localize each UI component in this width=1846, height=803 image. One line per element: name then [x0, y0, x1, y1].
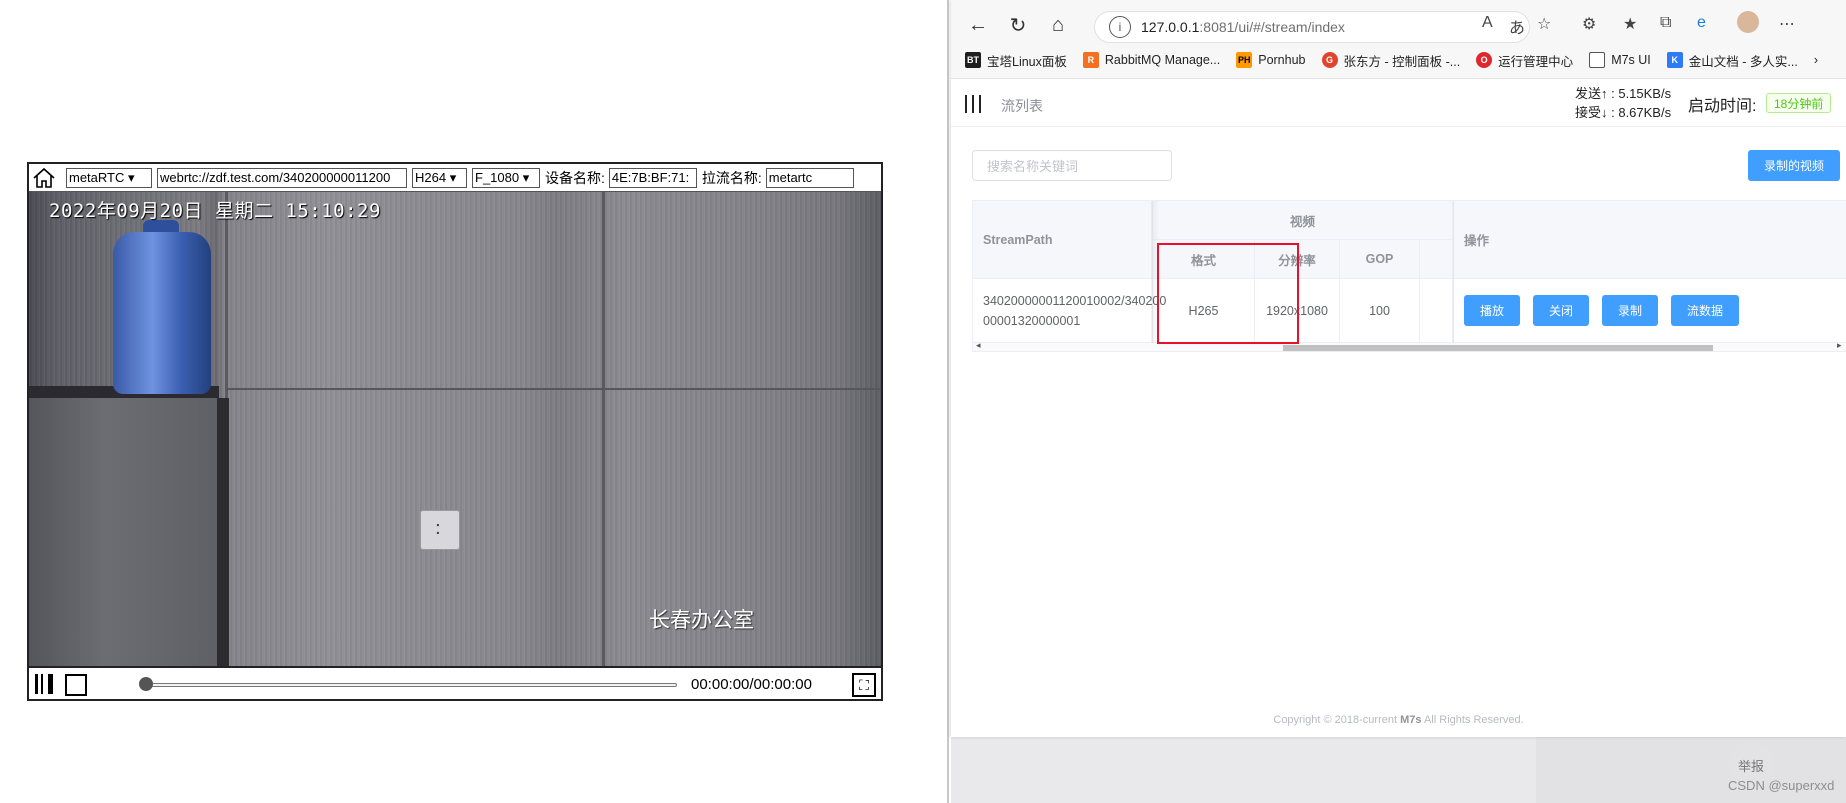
scroll-right-icon[interactable]: ▸ [1837, 340, 1842, 351]
bookmarks-bar: BT 宝塔Linux面板 R RabbitMQ Manage... PH Pornhu… [951, 48, 1846, 72]
stream-table: StreamPath 视频 格式 分辨率 GOP 操作 340200000011… [972, 200, 1846, 352]
address-bar[interactable]: i 127.0.0.1:8081/ui/#/stream/index [1094, 11, 1530, 43]
send-rate: 发送↑ : 5.15KB/s [1575, 86, 1672, 101]
power-outlet-icon: ⠅ [420, 510, 460, 550]
browser-window: ← ↻ ⌂ i 127.0.0.1:8081/ui/#/stream/index… [951, 0, 1846, 737]
osd-timestamp: 2022年09月20日 星期二 15:10:29 [49, 200, 381, 222]
edge-icon[interactable]: e [1697, 14, 1706, 32]
video-frame[interactable]: ⠅ 2022年09月20日 星期二 15:10:29 长春办公室 [29, 192, 881, 666]
scrollbar-thumb[interactable] [1283, 345, 1713, 351]
breadcrumb[interactable]: 流列表 [1001, 96, 1043, 116]
back-icon[interactable]: ← [965, 12, 991, 38]
gitee-icon: G [1321, 52, 1338, 68]
footer-copyright: Copyright © 2018-current M7s All Rights … [1273, 714, 1524, 726]
translate-icon[interactable]: あ [1509, 14, 1525, 38]
col-actions: 操作 [1453, 201, 1846, 279]
read-aloud-icon[interactable]: A [1482, 14, 1493, 32]
search-input[interactable]: 搜索名称关键词 [972, 150, 1172, 181]
bookmark-item[interactable]: O 运行管理中心 [1476, 51, 1573, 70]
site-info-icon[interactable]: i [1109, 16, 1131, 38]
col-gop: GOP [1340, 240, 1420, 279]
record-button[interactable]: 录制 [1602, 295, 1658, 326]
table-cell-streampath: 34020000001120010002/340200 0000132000000… [973, 279, 1166, 343]
protocol-select[interactable]: metaRTC ▾ [66, 167, 152, 188]
home-icon[interactable] [32, 166, 56, 190]
browser-toolbar: ← ↻ ⌂ i 127.0.0.1:8081/ui/#/stream/index… [951, 0, 1846, 79]
url-path: :8081/ui/#/stream/index [1199, 19, 1345, 35]
table-cell-gop: 100 [1340, 279, 1420, 343]
stream-data-button[interactable]: 流数据 [1671, 295, 1739, 326]
player-controls: 00:00:00/00:00:00 ⛶ [29, 666, 881, 699]
osd-location: 长春办公室 [649, 609, 754, 632]
table-cell-actions: 播放 关闭 录制 流数据 [1453, 279, 1846, 343]
ph-icon: PH [1236, 52, 1253, 68]
horizontal-scrollbar[interactable]: ◂ ▸ [973, 340, 1846, 351]
time-display: 00:00:00/00:00:00 [691, 676, 812, 693]
favorite-add-icon[interactable]: ☆ [1537, 14, 1551, 34]
play-button[interactable]: 播放 [1464, 295, 1520, 326]
home-icon[interactable]: ⌂ [1045, 12, 1071, 38]
resolution-select[interactable]: F_1080 ▾ [472, 167, 540, 188]
bookmark-item[interactable]: R RabbitMQ Manage... [1082, 52, 1220, 68]
codec-select[interactable]: H264 ▾ [412, 167, 467, 188]
video-player: metaRTC ▾ webrtc://zdf.test.com/34020000… [27, 162, 883, 701]
stop-button[interactable] [65, 674, 87, 696]
rabbitmq-icon: R [1082, 52, 1099, 68]
bookmark-item[interactable]: M7s UI [1589, 52, 1651, 68]
cabinet [29, 398, 219, 666]
seek-handle[interactable] [139, 677, 153, 691]
favorites-icon[interactable]: ★ [1623, 14, 1637, 34]
collections-icon[interactable]: ⧉ [1660, 14, 1671, 32]
col-streampath: StreamPath [973, 201, 1153, 279]
pause-button[interactable] [35, 674, 53, 694]
bt-icon: BT [965, 52, 981, 68]
avatar[interactable] [1737, 11, 1759, 33]
recorded-videos-button[interactable]: 录制的视频 [1748, 150, 1840, 181]
kdocs-icon: K [1666, 52, 1683, 68]
bookmark-item[interactable]: PH Pornhub [1236, 52, 1306, 68]
scroll-left-icon[interactable]: ◂ [976, 340, 981, 351]
device-name-label: 设备名称: [545, 169, 605, 186]
app-header: 流列表 发送↑ : 5.15KB/s 接受↓ : 8.67KB/s 启动时间: … [951, 79, 1846, 127]
stream-url-input[interactable]: webrtc://zdf.test.com/340200000011200 [157, 167, 407, 188]
extensions-icon[interactable]: ⚙ [1582, 14, 1596, 34]
window-divider [947, 0, 949, 803]
page-icon [1589, 52, 1606, 68]
more-icon[interactable]: ⋯ [1779, 14, 1795, 34]
uptime-label: 启动时间: [1688, 98, 1757, 115]
bookmark-item[interactable]: G 张东方 - 控制面板 -... [1321, 51, 1460, 70]
uptime-badge: 18分钟前 [1766, 93, 1832, 113]
highlight-annotation [1157, 243, 1299, 344]
col-group-video: 视频 [1153, 201, 1453, 240]
fullscreen-icon[interactable]: ⛶ [852, 673, 876, 697]
watermark: CSDN @superxxd [1728, 778, 1835, 793]
bookmark-item[interactable]: BT 宝塔Linux面板 [965, 51, 1067, 70]
reload-icon[interactable]: ↻ [1005, 12, 1031, 38]
url-host: 127.0.0.1 [1141, 19, 1200, 35]
stream-name-label: 拉流名称: [701, 169, 762, 186]
bookmark-item[interactable]: K 金山文档 - 多人实... [1666, 51, 1798, 70]
close-button[interactable]: 关闭 [1533, 295, 1589, 326]
stream-name-input[interactable]: metartc [765, 167, 854, 188]
network-stats: 发送↑ : 5.15KB/s 接受↓ : 8.67KB/s [1575, 84, 1671, 122]
ops-icon: O [1476, 52, 1493, 68]
seek-bar[interactable] [147, 683, 677, 687]
player-toolbar: metaRTC ▾ webrtc://zdf.test.com/34020000… [29, 164, 881, 192]
device-name-input[interactable]: 4E:7B:BF:71: [608, 167, 697, 188]
menu-toggle-icon[interactable] [965, 95, 981, 113]
water-bottle [113, 232, 211, 394]
bookmarks-overflow-icon[interactable]: › [1814, 53, 1818, 67]
recv-rate: 接受↓ : 8.67KB/s [1575, 105, 1672, 120]
